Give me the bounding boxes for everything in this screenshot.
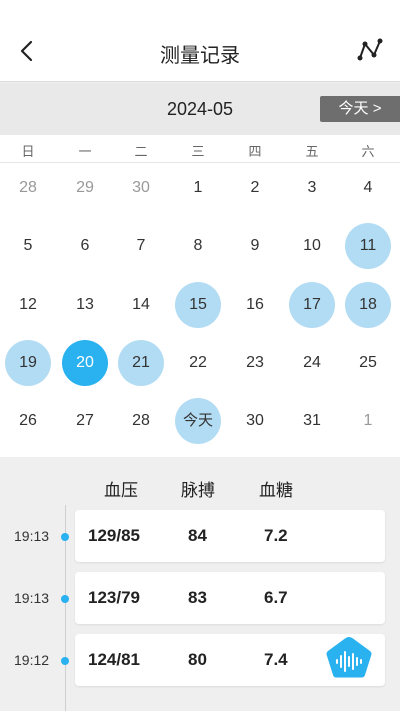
record-pulse: 84 (188, 526, 207, 545)
voice-record-button[interactable] (323, 633, 375, 689)
timeline-dot (61, 657, 69, 665)
calendar-day[interactable]: 28 (5, 165, 51, 211)
timeline-dot (61, 533, 69, 541)
weekday-label: 二 (134, 144, 148, 159)
header-sugar: 血糖 (259, 481, 293, 500)
calendar-day[interactable]: 26 (5, 398, 51, 444)
record-bp: 123/79 (88, 588, 140, 607)
calendar-day[interactable]: 21 (118, 340, 164, 386)
calendar-day[interactable]: 1 (175, 165, 221, 211)
record-time: 19:13 (14, 590, 50, 606)
calendar-day[interactable]: 22 (175, 340, 221, 386)
calendar-day[interactable]: 28 (118, 398, 164, 444)
weekday-header: 日一二三四五六 (0, 135, 400, 163)
calendar-day[interactable]: 30 (118, 165, 164, 211)
calendar-day[interactable]: 15 (175, 282, 221, 328)
calendar-day[interactable]: 7 (118, 223, 164, 269)
calendar-day[interactable]: 19 (5, 340, 51, 386)
calendar-day[interactable]: 5 (5, 223, 51, 269)
calendar-day[interactable]: 24 (289, 340, 335, 386)
record-time: 19:13 (14, 528, 50, 544)
calendar-day[interactable]: 2 (232, 165, 278, 211)
calendar-day[interactable]: 23 (232, 340, 278, 386)
calendar-day[interactable]: 30 (232, 398, 278, 444)
record-card[interactable]: 129/85 84 7.2 (75, 510, 385, 562)
weekday-label: 三 (191, 144, 205, 159)
calendar-day[interactable]: 4 (345, 165, 391, 211)
trend-chart-button[interactable] (356, 36, 384, 64)
header-pulse: 脉搏 (181, 481, 215, 500)
calendar-day[interactable]: 9 (232, 223, 278, 269)
record-bp: 129/85 (88, 526, 140, 545)
month-bar: 2024-05 今天 > (0, 83, 400, 135)
calendar-day[interactable]: 10 (289, 223, 335, 269)
page-title: 测量记录 (160, 45, 240, 67)
calendar-day[interactable]: 29 (62, 165, 108, 211)
record-pulse: 80 (188, 650, 207, 669)
calendar-day[interactable]: 17 (289, 282, 335, 328)
record-bp: 124/81 (88, 650, 140, 669)
calendar-day[interactable]: 31 (289, 398, 335, 444)
header-bp: 血压 (104, 481, 138, 500)
calendar-day[interactable]: 25 (345, 340, 391, 386)
calendar-day[interactable]: 1 (345, 398, 391, 444)
calendar-day[interactable]: 27 (62, 398, 108, 444)
calendar-day[interactable]: 16 (232, 282, 278, 328)
calendar-day[interactable]: 13 (62, 282, 108, 328)
weekday-label: 五 (305, 144, 319, 159)
record-pulse: 83 (188, 588, 207, 607)
timeline-dot (61, 595, 69, 603)
record-time: 19:12 (14, 652, 50, 668)
weekday-label: 六 (361, 144, 375, 159)
nav-bar: 测量记录 (0, 20, 400, 82)
calendar-day[interactable]: 8 (175, 223, 221, 269)
voice-wave-icon (326, 637, 372, 678)
trend-chart-icon (357, 38, 383, 61)
calendar-day[interactable]: 18 (345, 282, 391, 328)
today-button[interactable]: 今天 > (320, 96, 400, 122)
calendar-day[interactable]: 12 (5, 282, 51, 328)
weekday-label: 一 (78, 144, 92, 159)
calendar-day[interactable]: 20 (62, 340, 108, 386)
calendar-day[interactable]: 今天 (175, 398, 221, 444)
calendar-day[interactable]: 14 (118, 282, 164, 328)
calendar-day[interactable]: 3 (289, 165, 335, 211)
record-sugar: 7.2 (264, 526, 288, 545)
calendar-day[interactable]: 6 (62, 223, 108, 269)
calendar: 日一二三四五六 28 29 30 1 2 3 4 5 6 7 8 9 10 11 12 13 14 15 16 17 1… (0, 135, 400, 457)
weekday-label: 四 (248, 144, 262, 159)
calendar-day[interactable]: 11 (345, 223, 391, 269)
record-sugar: 7.4 (264, 650, 288, 669)
record-card[interactable]: 123/79 83 6.7 (75, 572, 385, 624)
weekday-label: 日 (21, 144, 35, 159)
record-sugar: 6.7 (264, 588, 288, 607)
status-bar (0, 0, 400, 20)
